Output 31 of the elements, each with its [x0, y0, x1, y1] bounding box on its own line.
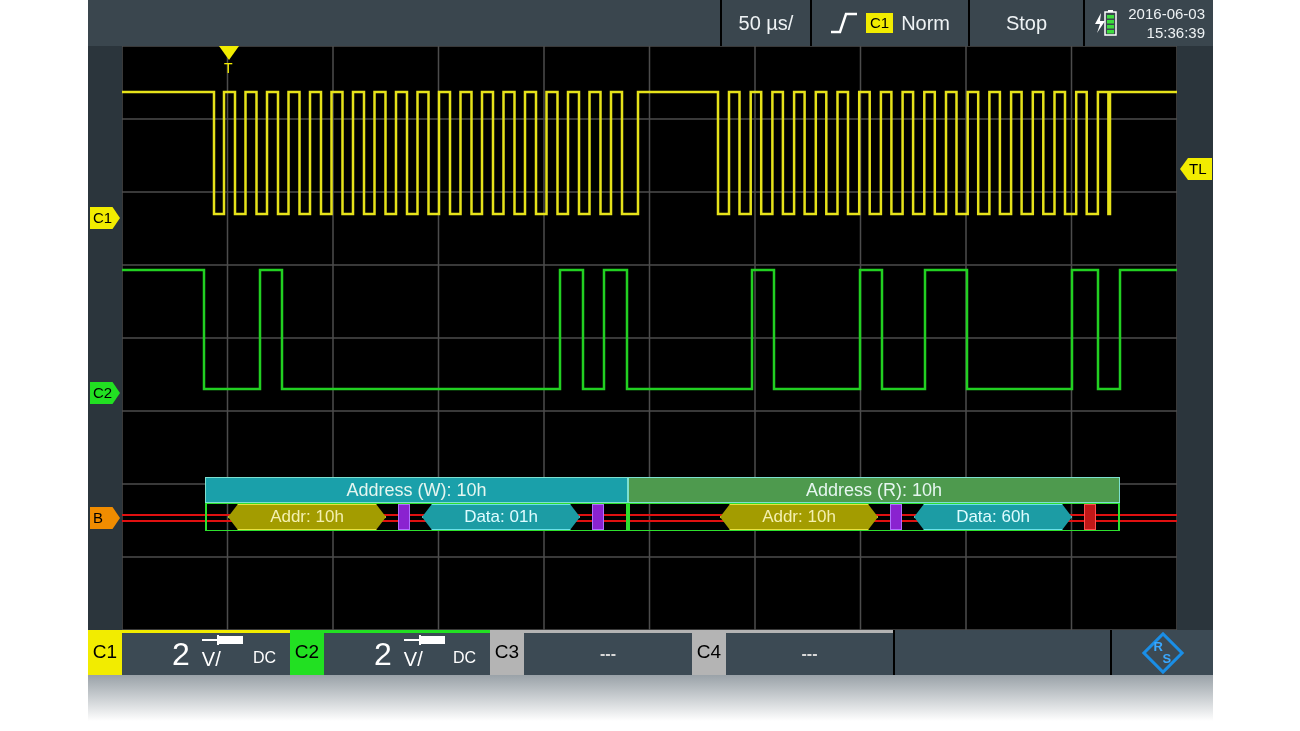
channel-label[interactable]: C2 — [290, 630, 324, 675]
logo-letter: R — [1153, 639, 1163, 653]
channel-marker[interactable]: C1 — [90, 207, 120, 229]
volts-per-div: 2 — [172, 638, 190, 670]
channel-marker[interactable]: B — [90, 507, 120, 529]
channel-label[interactable]: C1 — [88, 630, 122, 675]
decode-frame-header: Address (W): 10h — [205, 477, 628, 503]
probe-icon — [202, 635, 244, 645]
logo-letter: S — [1162, 651, 1172, 665]
trigger-label: T — [224, 60, 233, 76]
trigger-mode: Norm — [901, 11, 951, 36]
trigger-source: C1 — [865, 13, 894, 33]
decode-frame-header: Address (R): 10h — [628, 477, 1120, 503]
channel-marker[interactable]: C2 — [90, 382, 120, 404]
volts-unit: V/ — [201, 647, 221, 672]
coupling: DC — [452, 648, 476, 668]
rising-edge-icon — [829, 12, 858, 34]
decode-field: Addr: 10h — [228, 504, 386, 530]
channel-label[interactable]: C4 — [692, 630, 726, 675]
coupling: DC — [252, 648, 276, 668]
decode-field: Addr: 10h — [720, 504, 878, 530]
channel-marker[interactable]: TL — [1180, 158, 1212, 180]
probe-icon — [404, 635, 446, 645]
date: 2016-06-03 — [1128, 4, 1205, 23]
volts-unit: V/ — [403, 647, 423, 672]
time: 15:36:39 — [1146, 23, 1205, 42]
decode-field: Data: 01h — [422, 504, 580, 530]
decode-field: Data: 60h — [914, 504, 1072, 530]
channel-label[interactable]: C3 — [490, 630, 524, 675]
battery-charging-icon — [1093, 9, 1119, 37]
volts-per-div: 2 — [374, 638, 392, 670]
